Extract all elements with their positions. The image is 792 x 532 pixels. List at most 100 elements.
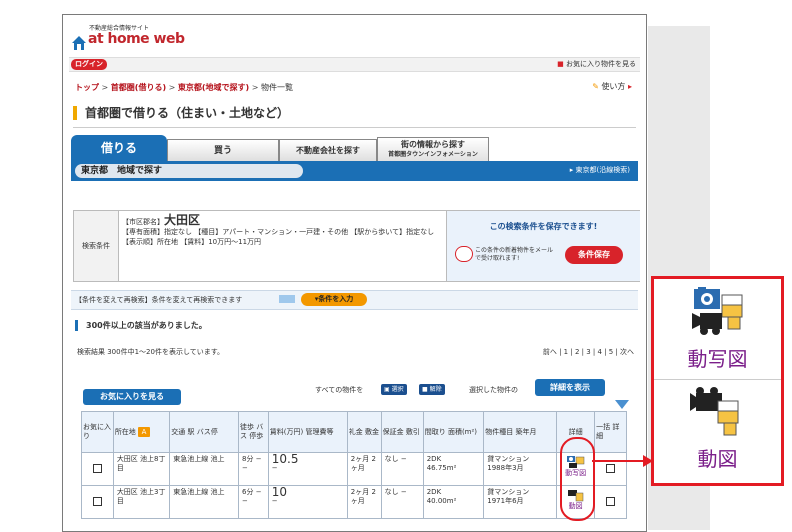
- pencil-icon: ✎: [592, 82, 599, 91]
- result-count: 検索結果 300件中1〜20件を表示しています。: [77, 348, 225, 356]
- cell-rent: 10.5−: [267, 452, 348, 486]
- cell-deposit: なし −: [380, 485, 424, 519]
- conditions-label: 検索条件: [74, 211, 119, 281]
- highlight-ellipse: [560, 437, 595, 521]
- line-search-link[interactable]: ▸ 東京都(沿線検索): [570, 165, 630, 175]
- howto-label: 使い方: [601, 82, 626, 91]
- pagination[interactable]: 前へ | 1 | 2 | 3 | 4 | 5 | 次へ: [543, 347, 634, 357]
- select-label: 選択: [391, 386, 404, 393]
- rent-value: 10: [271, 485, 288, 499]
- tab-town-line2: 首都圏タウンインフォメーション: [388, 151, 478, 158]
- chevron-right-icon: ▸: [627, 82, 632, 91]
- site-logo[interactable]: at home web: [88, 31, 185, 47]
- col-layout: 間取り 面積(m²): [422, 411, 485, 453]
- tab-town-info[interactable]: 街の情報から探す 首都圏タウンインフォメーション: [377, 137, 489, 164]
- cell-location: 大田区 池上3丁目: [112, 485, 171, 519]
- results-table: お気に入り 所在地 A 交通 駅 バス停 徒歩 バス 停歩 賃料(万円) 管理費…: [81, 411, 627, 519]
- cell-key-money: 2ヶ月 2ヶ月: [346, 452, 382, 486]
- conditions-details: 【専有面積】指定なし 【種目】アパート・マンション・一戸建・その他 【駅から歩い…: [122, 228, 435, 246]
- area-value: 46.75m²: [426, 464, 457, 472]
- title-divider: [73, 127, 636, 128]
- cell-key-money: 2ヶ月 2ヶ月: [346, 485, 382, 519]
- tab-buy[interactable]: 買う: [167, 139, 279, 162]
- layout-value: 2DK: [426, 455, 442, 463]
- save-note: この条件の新着物件をメールで受け取れます!: [475, 247, 554, 262]
- favorite-checkbox[interactable]: [92, 497, 102, 506]
- enter-conditions-button[interactable]: ▾条件を入力: [301, 293, 367, 306]
- mail-icon: [455, 246, 473, 262]
- save-conditions-button[interactable]: 条件保存: [565, 246, 623, 264]
- tab-rent[interactable]: 借りる: [71, 135, 167, 161]
- layout-value: 2DK: [426, 488, 442, 496]
- cell-location: 大田区 池上8丁目: [112, 452, 171, 486]
- cell-layout: 2DK 46.75m²: [422, 452, 485, 486]
- login-button[interactable]: ログイン: [71, 59, 107, 70]
- triangle-right-icon: ▸: [569, 166, 574, 174]
- video-photo-map-icon: [692, 287, 743, 335]
- table-row[interactable]: 大田区 池上8丁目 東急池上線 池上 8分 − − 10.5− 2ヶ月 2ヶ月 …: [81, 452, 627, 486]
- col-location[interactable]: 所在地 A: [112, 411, 171, 453]
- cell-transport: 東急池上線 池上: [169, 485, 240, 519]
- cell-transport: 東急池上線 池上: [169, 452, 240, 486]
- breadcrumb-top[interactable]: トップ: [75, 83, 99, 92]
- col-deposit: 保証金 敷引: [380, 411, 424, 453]
- col-walk: 徒歩 バス 停歩: [238, 411, 269, 453]
- breadcrumb-tokyo[interactable]: 東京都(地域で探す): [178, 83, 249, 92]
- ward-prefix: 【市区郡名】: [122, 218, 164, 226]
- built-value: 1988年3月: [487, 464, 524, 472]
- col-bulk: 一括 詳細: [594, 411, 627, 453]
- line-search-label: 東京都(沿線検索): [575, 166, 630, 174]
- favorites-link-label: お気に入り物件を見る: [566, 60, 636, 68]
- type-value: 貸マンション: [487, 488, 530, 496]
- breadcrumb-rent-metro[interactable]: 首都圏(借りる): [111, 83, 166, 92]
- col-location-label: 所在地: [114, 428, 136, 436]
- bulk-checkbox[interactable]: [606, 464, 616, 473]
- howto-link[interactable]: ✎ 使い方 ▸: [592, 81, 632, 92]
- save-title: この検索条件を保存できます!: [489, 222, 598, 231]
- table-row[interactable]: 大田区 池上3丁目 東急池上線 池上 6分 − − 10− 2ヶ月 2ヶ月 なし…: [81, 485, 627, 519]
- favorites-link[interactable]: ■ お気に入り物件を見る: [557, 59, 636, 69]
- area-value: 40.00m²: [426, 497, 457, 505]
- view-favorites-button[interactable]: お気に入りを見る: [83, 389, 181, 405]
- col-transport: 交通 駅 バス停: [169, 411, 240, 453]
- sort-mark-icon: A: [138, 427, 151, 437]
- car-icon: ■: [557, 60, 564, 68]
- cell-rent: 10−: [267, 485, 348, 519]
- built-value: 1971年6月: [487, 497, 524, 505]
- area-bar: 東京都 地域で探す ▸ 東京都(沿線検索): [71, 161, 638, 181]
- selected-items-label: 選択した物件の: [469, 386, 518, 394]
- breadcrumb-current: 物件一覧: [261, 83, 294, 92]
- search-conditions: 検索条件 【市区郡名】大田区 【専有面積】指定なし 【種目】アパート・マンション…: [73, 210, 640, 282]
- callout-caption-top: 動写図: [687, 347, 748, 371]
- callout-divider: [654, 379, 781, 380]
- col-rent: 賃料(万円) 管理費等: [267, 411, 348, 453]
- area-label: 東京都 地域で探す: [75, 164, 303, 178]
- cell-walk: 6分 − −: [238, 485, 269, 519]
- deselect-all-button[interactable]: ■ 解除: [419, 384, 445, 395]
- research-text: 【条件を変えて再検索】条件を変えて再検索できます: [75, 296, 243, 304]
- conditions-text: 【市区郡名】大田区 【専有面積】指定なし 【種目】アパート・マンション・一戸建・…: [122, 214, 442, 247]
- zoomed-icon-callout: 動写図 動図: [651, 276, 784, 486]
- cell-layout: 2DK 40.00m²: [422, 485, 485, 519]
- breadcrumb-sep: >: [101, 83, 109, 92]
- rent-value: 10.5: [271, 452, 299, 466]
- cell-walk: 8分 − −: [238, 452, 269, 486]
- col-fav: お気に入り: [81, 411, 114, 453]
- show-details-button[interactable]: 詳細を表示: [535, 379, 605, 396]
- favorite-checkbox[interactable]: [92, 464, 102, 473]
- tab-company[interactable]: 不動産会社を探す: [279, 139, 377, 162]
- login-bar: ログイン ■ お気に入り物件を見る: [69, 57, 640, 72]
- house-logo-icon: [72, 36, 86, 50]
- video-map-icon: [690, 387, 739, 436]
- breadcrumb-sep: >: [168, 83, 176, 92]
- research-bar: 【条件を変えて再検索】条件を変えて再検索できます ▾条件を入力: [71, 290, 638, 310]
- hits-heading: 300件以上の該当がありました。: [75, 320, 207, 331]
- type-value: 貸マンション: [487, 455, 530, 463]
- select-all-button[interactable]: ▣ 選択: [381, 384, 407, 395]
- page-title: 首都圏で借りる（住まい・土地など）: [73, 106, 289, 120]
- bulk-checkbox[interactable]: [606, 497, 616, 506]
- cell-type: 貸マンション 1988年3月: [483, 452, 558, 486]
- callout-caption-bottom: 動図: [697, 447, 738, 471]
- col-type: 物件種目 築年月: [483, 411, 558, 453]
- arrow-right-icon: [279, 295, 295, 303]
